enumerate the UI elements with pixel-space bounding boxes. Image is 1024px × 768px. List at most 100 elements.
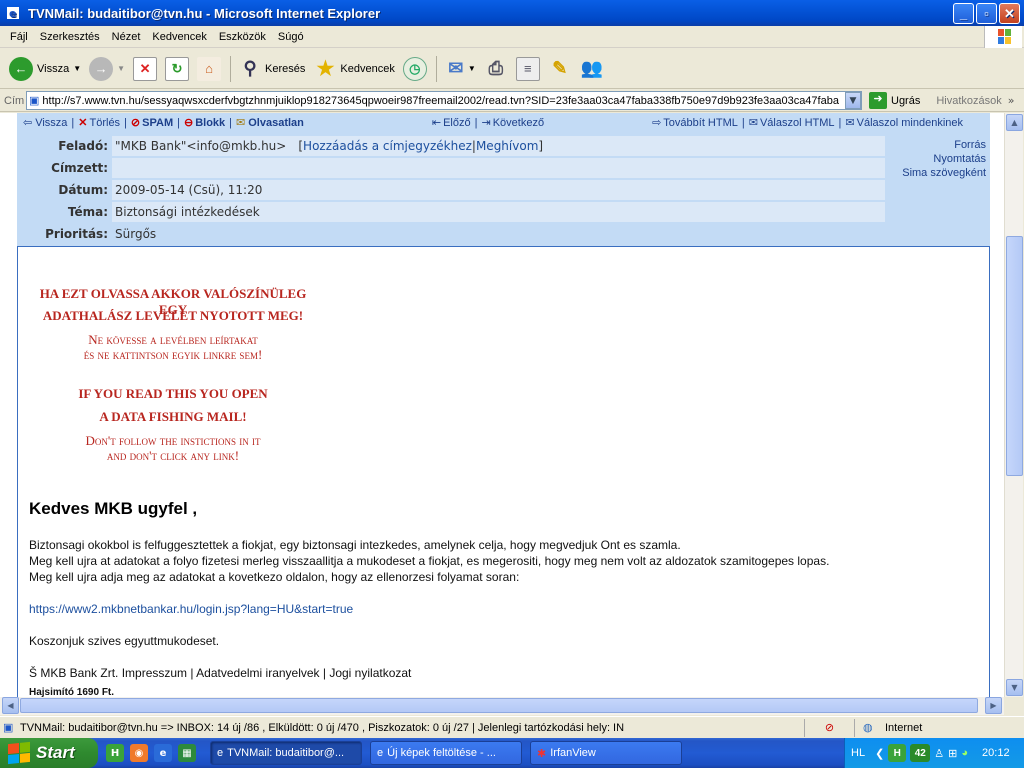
unread-link[interactable]: ✉ Olvasatlan [236,116,304,130]
add-contact-link[interactable]: Hozzáadás a címjegyzékhez [303,139,472,153]
app-h-icon[interactable]: H [106,744,124,762]
title-bar[interactable]: e TVNMail: budaitibor@tvn.hu - Microsoft… [0,0,1024,26]
task-upload[interactable]: e Új képek feltöltése - ... [370,741,522,765]
date-value: 2009-05-14 (Csü), 11:20 [112,180,885,200]
subject-label: Téma: [67,205,108,219]
divider: | [741,116,745,129]
minimize-button[interactable]: _ [953,3,974,24]
go-label: Ugrás [891,94,921,107]
print-link[interactable]: Nyomtatás [902,152,986,166]
plain-text-link[interactable]: Sima szövegként [902,166,986,180]
search-icon: ⚲ [243,58,257,78]
reply-all-link[interactable]: ✉ Válaszol mindenkinek [845,116,963,130]
from-value: "MKB Bank"<info@mkb.hu> [115,139,287,153]
scroll-right-icon[interactable]: ▶ [985,697,1002,714]
history-icon: ◷ [402,56,427,81]
firefox-icon[interactable]: ◉ [130,744,148,762]
quick-launch: H ◉ e ▦ [106,744,196,762]
from-row: Feladó: "MKB Bank"<info@mkb.hu> [Hozzáad… [17,135,885,157]
refresh-icon: ↻ [165,56,190,81]
divider: | [71,116,75,129]
spam-link[interactable]: ⊘ SPAM [130,116,173,130]
task-tvnmail[interactable]: e TVNMail: budaitibor@... [210,741,362,765]
irfanview-icon: ✱ [537,747,547,760]
refresh-button[interactable]: ↻ [162,54,192,84]
vertical-scrollbar[interactable]: ▲ ▼ [1004,113,1023,697]
chevron-down-icon[interactable]: ▼ [117,64,125,73]
menu-view[interactable]: Nézet [106,31,147,43]
edit-button[interactable]: ≡ [513,54,543,84]
windows-flag-icon [8,741,30,765]
next-link[interactable]: ⇥ Következő [481,116,544,130]
address-input[interactable]: ▣ http://s7.www.tvn.hu/sessyaqwsxcderfvb… [26,91,862,110]
zone-label: Internet [885,721,923,734]
menu-help[interactable]: Súgó [272,31,310,43]
header-side-links: Forrás Nyomtatás Sima szövegként [902,138,986,180]
address-dropdown-icon[interactable]: ▼ [845,92,861,109]
page-icon: ▣ [29,95,40,107]
menu-file[interactable]: Fájl [4,31,34,43]
research-button[interactable]: ✎ [545,54,575,84]
start-button[interactable]: Start [0,738,98,768]
print-button[interactable]: ⎙ [481,54,511,84]
forward-html-link[interactable]: ⇨ Továbbít HTML [652,116,738,130]
links-button[interactable]: Hivatkozások [936,95,1001,107]
stop-icon: ✕ [133,56,158,81]
horizontal-scrollbar[interactable]: ◀ ▶ [0,697,1004,715]
block-link[interactable]: ⊖ Blokk [184,116,225,130]
menu-edit[interactable]: Szerkesztés [34,31,106,43]
favorites-button[interactable]: ★ Kedvencek [310,54,397,84]
ie-icon: e [217,747,224,759]
mail-button[interactable]: ✉ ▼ [441,54,479,84]
warning-line-5: IF YOU READ THIS YOU OPEN [78,386,268,401]
tray-user-icon[interactable]: ♙ [934,747,944,760]
spam-icon: ⊘ [130,117,141,129]
from-value-box: "MKB Bank"<info@mkb.hu> [Hozzáadás a cím… [112,136,885,156]
messenger-button[interactable]: 👥 [577,54,607,84]
vertical-scroll-thumb[interactable] [1006,236,1023,476]
language-indicator[interactable]: HL [851,747,865,759]
delete-link[interactable]: ✕ Törlés [78,116,120,130]
reply-html-link[interactable]: ✉ Válaszol HTML [749,116,835,130]
search-label: Keresés [265,62,306,75]
chevron-left-icon[interactable]: ❮ [875,747,884,760]
source-link[interactable]: Forrás [902,138,986,152]
edit-icon: ≡ [515,56,540,81]
popup-blocked-icon[interactable]: ⊘ [804,718,854,737]
stop-button[interactable]: ✕ [130,54,160,84]
invite-link[interactable]: Meghívom [476,139,538,153]
task-irfanview[interactable]: ✱ IrfanView [530,741,682,765]
mail-header: Feladó: "MKB Bank"<info@mkb.hu> [Hozzáad… [17,132,990,246]
history-button[interactable]: ◷ [400,54,430,84]
tray-green-icon[interactable]: ◕ [961,747,968,759]
tray-h-icon[interactable]: H [888,744,907,762]
ie-icon[interactable]: e [154,744,172,762]
search-button[interactable]: ⚲ Keresés [235,54,308,84]
back-button[interactable]: ← Vissza ▼ [6,54,84,84]
forward-button[interactable]: → ▼ [86,54,128,84]
chevron-down-icon[interactable]: ▼ [73,64,81,73]
close-button[interactable]: ✕ [999,3,1020,24]
svg-text:e: e [9,7,16,20]
go-button[interactable]: ➜ Ugrás [869,92,920,109]
network-icon[interactable]: ⊞ [948,747,957,760]
home-button[interactable]: ⌂ [194,54,224,84]
warning-line-7: Don't follow the instictions in it [85,433,261,448]
mail-paragraph-2: Meg kell ujra at adatokat a folyo fizete… [29,554,830,568]
maximize-button[interactable]: ▫ [976,3,997,24]
scroll-up-icon[interactable]: ▲ [1006,114,1023,131]
app-grid-icon[interactable]: ▦ [178,744,196,762]
menu-tools[interactable]: Eszközök [213,31,272,43]
menu-favorites[interactable]: Kedvencek [146,31,212,43]
horizontal-scroll-thumb[interactable] [20,698,978,713]
mail-back-link[interactable]: ⇦ Vissza [17,116,67,130]
scroll-down-icon[interactable]: ▼ [1006,679,1023,696]
scroll-left-icon[interactable]: ◀ [2,697,19,714]
start-label: Start [36,743,75,762]
chevron-down-icon[interactable]: ▼ [468,64,476,73]
tray-counter[interactable]: 42 [910,744,931,762]
address-label: Cím [4,94,25,107]
prev-link[interactable]: ⇤ Előző [432,116,471,130]
phishing-link[interactable]: https://www2.mkbnetbankar.hu/login.jsp?l… [29,601,353,617]
chevron-right-icon[interactable]: » [1008,94,1015,107]
